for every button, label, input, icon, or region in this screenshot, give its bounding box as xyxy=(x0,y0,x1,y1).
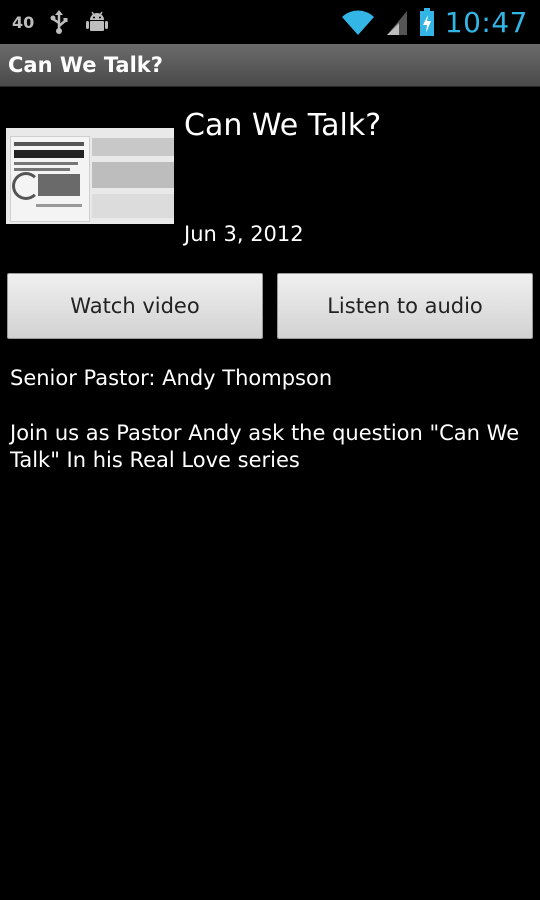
sermon-title: Can We Talk? xyxy=(184,108,382,143)
wifi-icon xyxy=(341,10,374,36)
thumbnail-band xyxy=(92,138,174,156)
listen-audio-button[interactable]: Listen to audio xyxy=(277,273,533,339)
thumbnail-band xyxy=(92,194,174,218)
app-title: Can We Talk? xyxy=(8,53,163,77)
thumbnail-video-frame xyxy=(38,174,80,196)
status-bar: 40 10:47 xyxy=(0,0,540,44)
android-debug-icon xyxy=(86,11,109,31)
signal-icon xyxy=(386,11,407,35)
sermon-thumbnail-image xyxy=(6,128,174,224)
usb-icon xyxy=(50,10,68,34)
sermon-description: Join us as Pastor Andy ask the question … xyxy=(10,421,520,472)
thumbnail-text-line xyxy=(36,204,82,207)
thumbnail-band xyxy=(92,162,174,188)
sermon-date: Jun 3, 2012 xyxy=(184,222,304,246)
action-bar: Can We Talk? xyxy=(0,44,540,87)
battery-charging-icon xyxy=(419,8,434,36)
clock: 10:47 xyxy=(444,5,528,39)
watch-video-button[interactable]: Watch video xyxy=(7,273,263,339)
thumbnail-text-line xyxy=(14,168,70,171)
pastor-name: Senior Pastor: Andy Thompson xyxy=(10,366,333,390)
thumbnail-text-line xyxy=(14,162,78,165)
status-right: 10:47 xyxy=(341,0,528,44)
thumbnail-logo xyxy=(12,172,40,200)
thumbnail-text-line xyxy=(14,142,84,146)
notification-count: 40 xyxy=(12,12,35,32)
thumbnail-text-line xyxy=(14,150,84,158)
status-left: 40 xyxy=(12,0,110,44)
